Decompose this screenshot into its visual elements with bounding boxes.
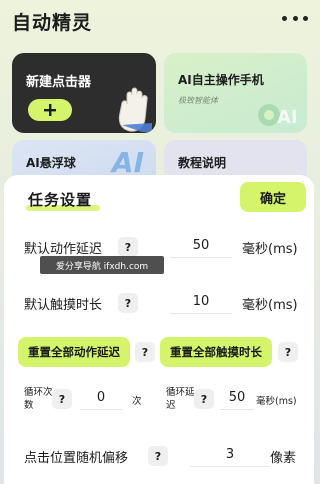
- default-touch-duration-label: 默认触摸时长: [24, 298, 103, 313]
- loop-count-label: 循环次数: [24, 387, 53, 411]
- plus-icon: [44, 104, 56, 116]
- default-action-delay-unit: 毫秒(ms): [242, 242, 298, 257]
- help-loop-delay-button[interactable]: ?: [194, 389, 214, 409]
- app-header: 自动精灵: [0, 0, 318, 40]
- help-reset-delays-button[interactable]: ?: [135, 342, 155, 362]
- default-touch-duration-input[interactable]: 10: [170, 294, 232, 314]
- svg-text:AI: AI: [277, 107, 297, 128]
- random-offset-input[interactable]: 3: [190, 447, 270, 467]
- task-settings-sheet: 任务设置: [4, 175, 314, 484]
- new-clicker-card[interactable]: 新建点击器: [12, 53, 156, 133]
- hand-tap-icon: [118, 87, 152, 132]
- confirm-button[interactable]: 确定: [240, 182, 306, 212]
- help-random-offset-button[interactable]: ?: [148, 446, 168, 466]
- more-horizontal-icon[interactable]: [282, 10, 308, 26]
- help-loop-count-button[interactable]: ?: [52, 389, 72, 409]
- default-action-delay-label: 默认动作延迟: [24, 242, 103, 257]
- default-action-delay-input[interactable]: 50: [170, 238, 232, 258]
- loop-delay-unit: 毫秒(ms): [256, 396, 297, 407]
- help-action-delay-button[interactable]: ?: [118, 237, 138, 257]
- ai-operator-card[interactable]: AI自主操作手机 极致智能体 AI: [164, 53, 307, 133]
- reset-all-touch-button[interactable]: 重置全部触摸时长: [160, 337, 272, 367]
- add-clicker-button[interactable]: [28, 99, 72, 121]
- app-title: 自动精灵: [12, 12, 93, 34]
- watermark-overlay: 爱分享导航 ifxdh.com: [40, 256, 164, 274]
- reset-all-delays-button[interactable]: 重置全部动作延迟: [18, 337, 130, 367]
- ai-gear-icon: AI: [258, 104, 297, 128]
- random-offset-label: 点击位置随机偏移: [24, 451, 129, 466]
- ai-float-label: AI悬浮球: [26, 156, 76, 170]
- loop-delay-input[interactable]: 50: [220, 390, 254, 410]
- loop-delay-label: 循环延迟: [166, 387, 195, 411]
- new-clicker-label: 新建点击器: [26, 75, 92, 90]
- help-reset-touch-button[interactable]: ?: [278, 342, 298, 362]
- loop-count-input[interactable]: 0: [80, 390, 122, 410]
- help-touch-duration-button[interactable]: ?: [118, 293, 138, 313]
- tutorial-label: 教程说明: [178, 156, 227, 170]
- ai-operator-subtitle: 极致智能体: [178, 96, 218, 105]
- ai-operator-label: AI自主操作手机: [178, 73, 264, 87]
- random-offset-unit: 像素: [270, 451, 297, 466]
- loop-count-unit: 次: [132, 396, 142, 407]
- sheet-title: 任务设置: [28, 191, 93, 209]
- default-touch-duration-unit: 毫秒(ms): [242, 298, 298, 313]
